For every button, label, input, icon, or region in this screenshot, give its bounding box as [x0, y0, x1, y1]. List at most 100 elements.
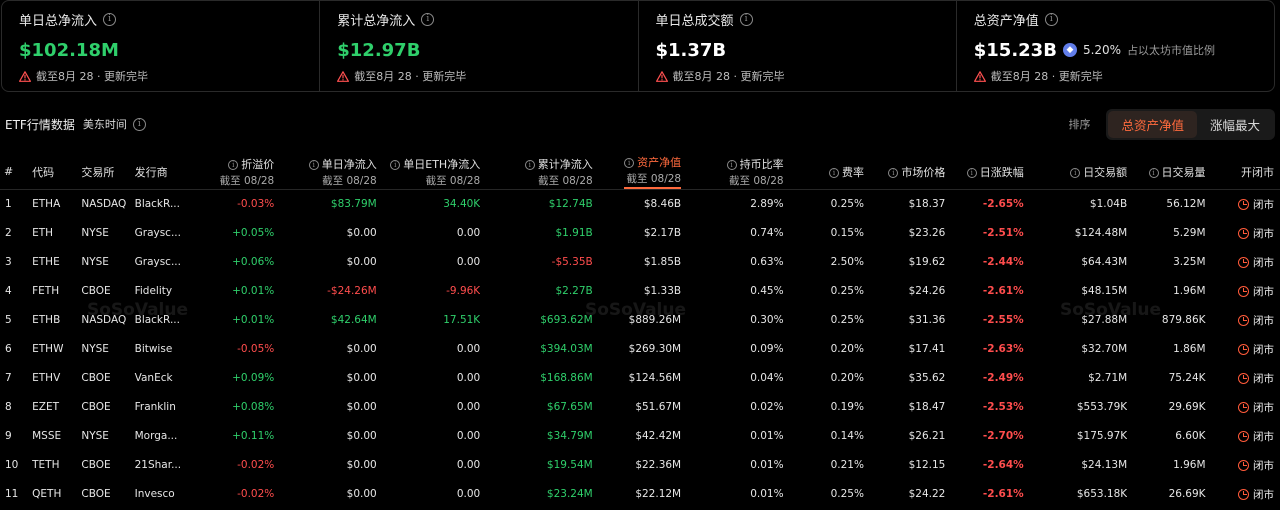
- cell-nav: $889.26M: [628, 314, 682, 326]
- cell-daily-eth-flow: 0.00: [456, 256, 481, 268]
- cell-num: 8: [5, 401, 12, 413]
- cell-exchange: CBOE: [81, 488, 111, 500]
- cell-exchange: NYSE: [81, 343, 109, 355]
- card-value: $1.37B: [655, 39, 727, 61]
- cell-daily-flow: $0.00: [346, 430, 377, 442]
- table-row[interactable]: 2 ETH NYSE Graysc... +0.05% $0.00 0.00 $…: [0, 219, 1280, 248]
- col-fee[interactable]: i 费率: [784, 154, 864, 190]
- col-daily-volume[interactable]: i 日交易量: [1127, 154, 1206, 190]
- table-row[interactable]: 6 ETHW NYSE Bitwise -0.05% $0.00 0.00 $3…: [0, 335, 1280, 364]
- col-market-price[interactable]: i 市场价格: [864, 154, 945, 190]
- col-holding-ratio[interactable]: i 持币比率 截至 08/28: [681, 154, 784, 190]
- col-cum-flow[interactable]: i 累计净流入 截至 08/28: [480, 154, 593, 190]
- cell-daily-value: $553.79K: [1076, 401, 1128, 413]
- col-daily-eth-flow[interactable]: i 单日ETH净流入 截至 08/28: [377, 154, 480, 190]
- clock-icon: [1238, 431, 1249, 442]
- cell-code[interactable]: ETHE: [28, 248, 78, 277]
- cell-daily-volume: 1.96M: [1173, 459, 1206, 471]
- cell-daily-eth-flow: 0.00: [456, 227, 481, 239]
- sort-option-top-gainers[interactable]: 涨幅最大: [1197, 111, 1273, 138]
- cell-code[interactable]: TETH: [28, 451, 78, 480]
- cell-holding-ratio: 0.45%: [750, 285, 784, 297]
- cell-exchange: NASDAQ: [81, 198, 127, 211]
- cell-holding-ratio: 0.02%: [750, 401, 784, 413]
- card-total-nav: 总资产净值 i $15.23B ◆ 5.20% 占以太坊市值比例 截至8月 28 · 更…: [957, 1, 1274, 91]
- warning-icon: [337, 70, 350, 82]
- cell-code[interactable]: ETHW: [28, 335, 78, 364]
- table-row[interactable]: 1 ETHA NASDAQ BlackR... -0.03% $83.79M 3…: [0, 190, 1280, 219]
- table-row[interactable]: 11 QETH CBOE Invesco -0.02% $0.00 0.00 $…: [0, 480, 1280, 509]
- cell-daily-change: -2.63%: [982, 343, 1024, 355]
- col-premium[interactable]: i 折溢价 截至 08/28: [189, 154, 275, 190]
- cell-fee: 0.25%: [830, 198, 864, 211]
- card-title: 总资产净值: [973, 13, 1039, 29]
- cell-daily-value: $48.15M: [1081, 285, 1128, 297]
- table-row[interactable]: 8 EZET CBOE Franklin +0.08% $0.00 0.00 $…: [0, 393, 1280, 422]
- cell-code[interactable]: MSSE: [28, 422, 78, 451]
- cell-market-price: $18.47: [908, 401, 946, 413]
- cell-code[interactable]: ETHA: [28, 190, 78, 219]
- cell-daily-flow: $0.00: [346, 488, 377, 500]
- cell-nav: $124.56M: [628, 372, 682, 384]
- cell-daily-flow: $0.00: [346, 401, 377, 413]
- cell-issuer: Fidelity: [134, 285, 173, 297]
- info-icon[interactable]: i: [421, 12, 435, 26]
- info-icon[interactable]: i: [739, 12, 753, 26]
- table-row[interactable]: 9 MSSE NYSE Morga... +0.11% $0.00 0.00 $…: [0, 422, 1280, 451]
- cell-code[interactable]: ETHV: [28, 364, 78, 393]
- table-row[interactable]: 5 ETHB NASDAQ BlackR... +0.01% $42.64M 1…: [0, 306, 1280, 335]
- cell-premium: -0.02%: [237, 459, 275, 471]
- cell-premium: +0.08%: [232, 401, 275, 413]
- cell-market-price: $35.62: [908, 372, 946, 384]
- cell-fee: 0.14%: [830, 430, 864, 442]
- cell-daily-change: -2.70%: [982, 430, 1024, 442]
- cell-premium: +0.01%: [232, 285, 275, 297]
- cell-daily-volume: 75.24K: [1168, 372, 1206, 384]
- cell-exchange: NASDAQ: [81, 314, 127, 326]
- cell-status: 闭市: [1206, 422, 1280, 451]
- clock-icon: [1238, 257, 1249, 268]
- clock-icon: [1238, 344, 1249, 355]
- cell-exchange: CBOE: [81, 401, 111, 413]
- info-icon[interactable]: i: [132, 117, 146, 131]
- cell-num: 2: [5, 227, 12, 239]
- cell-daily-volume: 3.25M: [1173, 256, 1206, 268]
- cell-exchange: CBOE: [81, 459, 111, 471]
- cell-code[interactable]: ETHB: [28, 306, 78, 335]
- cell-daily-value: $175.97K: [1076, 430, 1128, 442]
- cell-num: 10: [5, 459, 19, 471]
- table-row[interactable]: 4 FETH CBOE Fidelity +0.01% -$24.26M -9.…: [0, 277, 1280, 306]
- cell-cum-flow: $67.65M: [546, 401, 593, 413]
- cell-code[interactable]: ETH: [28, 219, 78, 248]
- col-daily-value[interactable]: i 日交易额: [1024, 154, 1127, 190]
- cell-daily-value: $24.13M: [1081, 459, 1128, 471]
- table-row[interactable]: 7 ETHV CBOE VanEck +0.09% $0.00 0.00 $16…: [0, 364, 1280, 393]
- col-nav[interactable]: i 资产净值 截至 08/28: [593, 154, 682, 190]
- cell-daily-flow: $42.64M: [330, 314, 377, 326]
- sort-option-nav[interactable]: 总资产净值: [1108, 110, 1197, 138]
- cell-exchange: NYSE: [81, 227, 109, 239]
- cell-issuer: Morga...: [134, 430, 178, 442]
- cell-premium: -0.05%: [237, 343, 275, 355]
- cell-issuer: Graysc...: [134, 227, 181, 239]
- cell-nav: $1.85B: [643, 256, 682, 268]
- cell-daily-volume: 879.86K: [1161, 314, 1206, 326]
- etf-table: # 代码 交易所 发行商 i 折溢价 截至 08/28 i 单日净流入 截至 08/28…: [0, 154, 1280, 509]
- clock-icon: [1238, 460, 1249, 471]
- cell-daily-eth-flow: 34.40K: [443, 198, 481, 211]
- cell-daily-eth-flow: 0.00: [456, 401, 481, 413]
- cell-code[interactable]: FETH: [28, 277, 78, 306]
- cell-nav: $1.33B: [643, 285, 682, 297]
- cell-daily-eth-flow: 0.00: [456, 430, 481, 442]
- table-row[interactable]: 3 ETHE NYSE Graysc... +0.06% $0.00 0.00 …: [0, 248, 1280, 277]
- col-daily-change[interactable]: i 日涨跌幅: [945, 154, 1024, 190]
- info-icon[interactable]: i: [1044, 12, 1058, 26]
- info-icon[interactable]: i: [103, 12, 117, 26]
- table-row[interactable]: 10 TETH CBOE 21Shar... -0.02% $0.00 0.00…: [0, 451, 1280, 480]
- col-daily-flow[interactable]: i 单日净流入 截至 08/28: [274, 154, 377, 190]
- cell-premium: -0.03%: [237, 198, 275, 211]
- cell-fee: 0.25%: [830, 314, 864, 326]
- cell-code[interactable]: QETH: [28, 480, 78, 509]
- cell-code[interactable]: EZET: [28, 393, 78, 422]
- section-title: ETF行情数据: [5, 117, 75, 132]
